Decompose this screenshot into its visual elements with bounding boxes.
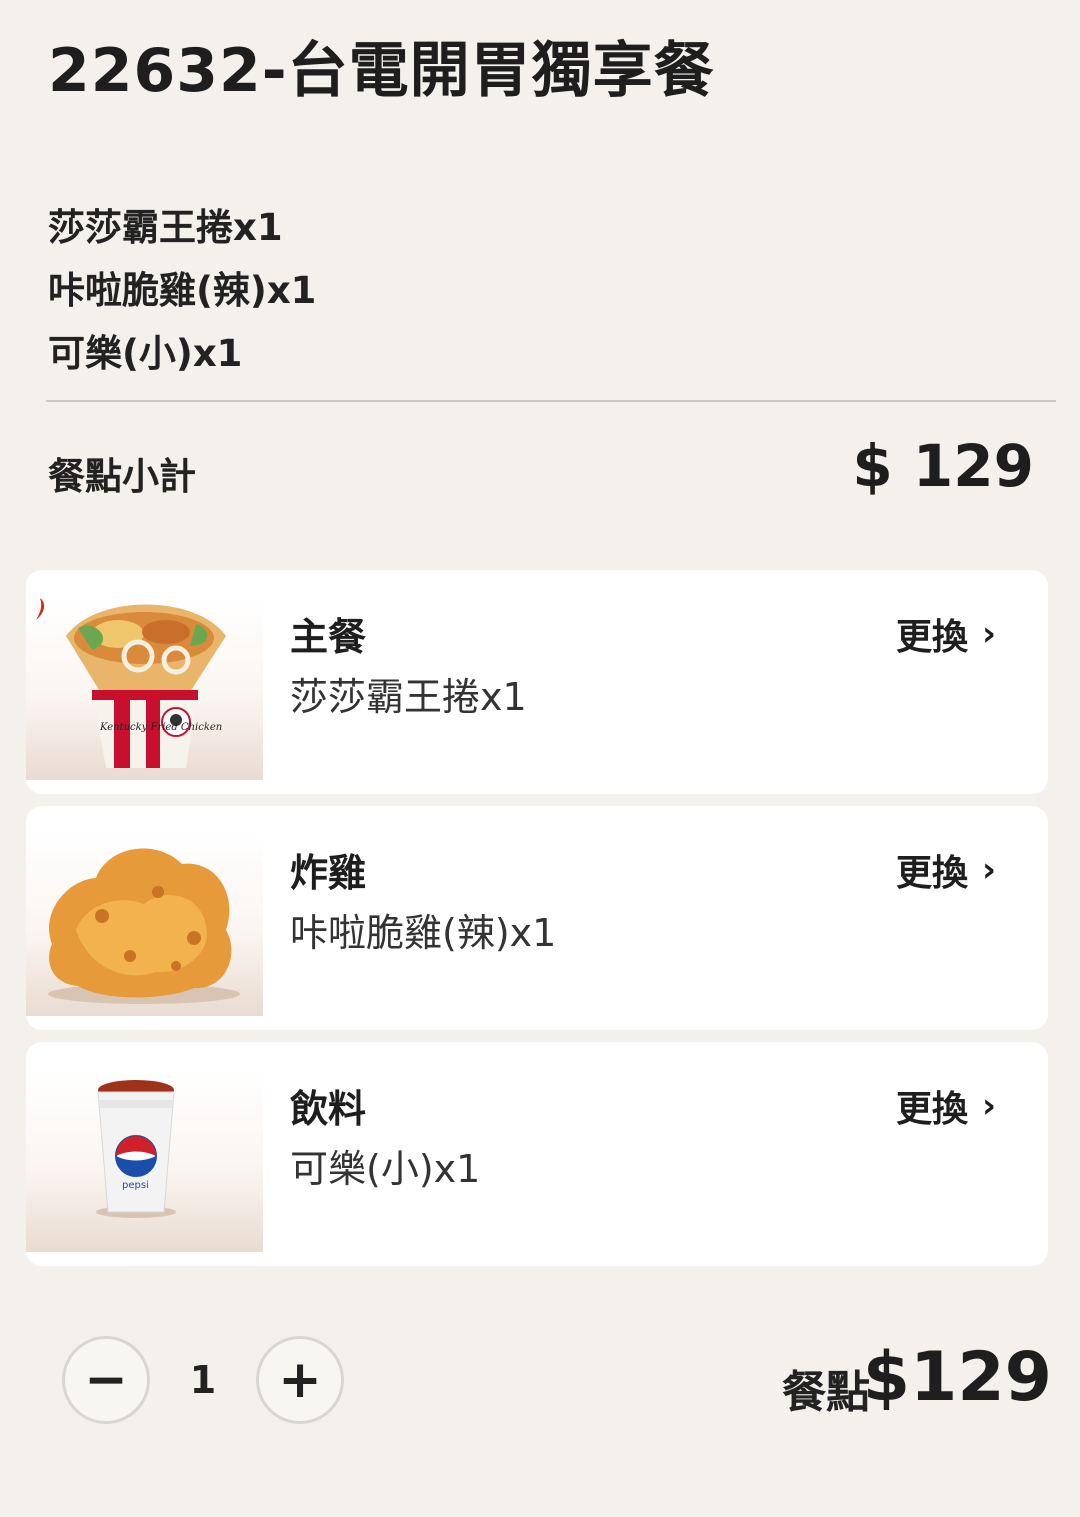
card-category: 炸雞 (290, 851, 367, 895)
card-item-name: 咔啦脆雞(辣)x1 (290, 911, 557, 955)
card-item-name: 可樂(小)x1 (290, 1147, 481, 1191)
svg-text:Kentucky Fried Chicken: Kentucky Fried Chicken (99, 722, 222, 733)
card-category: 主餐 (290, 615, 367, 659)
drink-card: pepsi 飲料 可樂(小)x1 更換 › (26, 1042, 1048, 1266)
wrap-image: Kentucky Fried Chicken (26, 598, 263, 780)
change-label: 更換 (895, 853, 968, 894)
combo-content-item: 莎莎霸王捲x1 (48, 206, 283, 249)
combo-content-item: 可樂(小)x1 (48, 332, 243, 375)
card-category: 飲料 (290, 1087, 367, 1131)
chevron-right-icon: › (981, 1086, 996, 1126)
plus-icon: + (278, 1350, 322, 1410)
decrease-quantity-button[interactable]: − (62, 1336, 150, 1424)
page-title: 22632-台電開胃獨享餐 (48, 36, 715, 106)
change-label: 更換 (895, 617, 968, 658)
increase-quantity-button[interactable]: + (256, 1336, 344, 1424)
chevron-right-icon: › (981, 850, 996, 890)
fried-chicken-image (26, 834, 263, 1016)
combo-detail-page: 22632-台電開胃獨享餐 莎莎霸王捲x1 咔啦脆雞(辣)x1 可樂(小)x1 … (0, 0, 1080, 1517)
change-fried-chicken-button[interactable]: 更換 › (896, 844, 996, 896)
main-meal-card: Kentucky Fried Chicken 主餐 莎莎霸王捲x1 更換 › (26, 570, 1048, 794)
subtotal-label: 餐點小計 (48, 455, 196, 498)
minus-icon: − (84, 1350, 128, 1410)
change-drink-button[interactable]: 更換 › (896, 1080, 996, 1132)
quantity-value: 1 (189, 1358, 217, 1402)
chevron-right-icon: › (981, 614, 996, 654)
combo-content-item: 咔啦脆雞(辣)x1 (48, 269, 317, 312)
change-label: 更換 (895, 1089, 968, 1130)
divider (46, 400, 1056, 402)
combo-contents: 莎莎霸王捲x1 咔啦脆雞(辣)x1 可樂(小)x1 (48, 196, 316, 385)
change-main-meal-button[interactable]: 更換 › (896, 608, 996, 660)
total-price: $129 (862, 1338, 1052, 1417)
cola-cup-image: pepsi (26, 1070, 263, 1252)
card-item-name: 莎莎霸王捲x1 (290, 675, 527, 719)
subtotal-value: $ 129 (852, 432, 1034, 500)
total-label: 餐點 (782, 1367, 870, 1418)
svg-text:pepsi: pepsi (122, 1180, 149, 1191)
fried-chicken-card: 炸雞 咔啦脆雞(辣)x1 更換 › (26, 806, 1048, 1030)
